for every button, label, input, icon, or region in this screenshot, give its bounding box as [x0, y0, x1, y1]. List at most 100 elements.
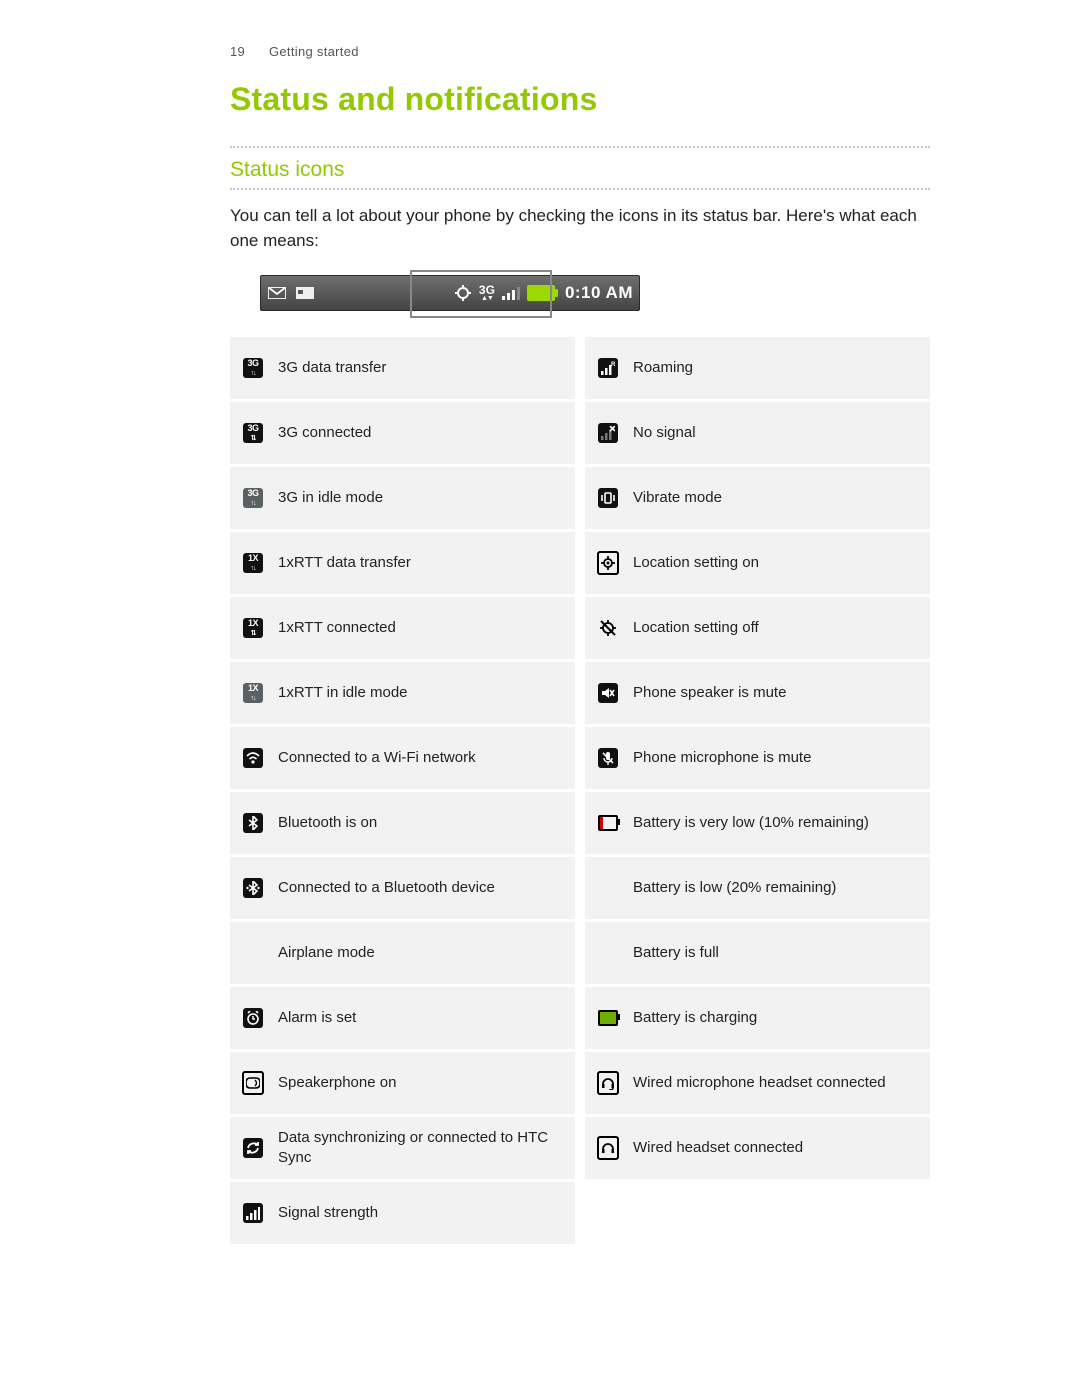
page-title: Status and notifications — [230, 81, 930, 118]
icon-slot — [597, 747, 619, 769]
card-icon — [295, 285, 315, 301]
table-row: Connected to a Wi-Fi network — [230, 727, 575, 789]
row-label: 3G connected — [278, 423, 371, 443]
icon-slot — [597, 617, 619, 639]
row-label: Location setting off — [633, 618, 759, 638]
icon-slot — [242, 942, 264, 964]
row-label: Phone speaker is mute — [633, 683, 786, 703]
1x-idle-icon: 1X↑↓ — [243, 683, 263, 703]
status-icons-table: 3G↑↓3G data transfer3G⇅3G connected3G↑↓3… — [230, 337, 930, 1247]
table-row: Airplane mode — [230, 922, 575, 984]
table-row: Wired microphone headset connected — [585, 1052, 930, 1114]
header-section: Getting started — [269, 44, 359, 59]
3g-connected-icon: 3G⇅ — [243, 423, 263, 443]
row-label: Wired microphone headset connected — [633, 1073, 886, 1093]
row-label: Airplane mode — [278, 943, 375, 963]
table-row: 3G↑↓ 3G in idle mode — [230, 467, 575, 529]
icon-slot — [242, 1137, 264, 1159]
mic-mute-icon — [598, 748, 618, 768]
row-label: Connected to a Wi-Fi network — [278, 748, 476, 768]
row-label: Location setting on — [633, 553, 759, 573]
icon-slot — [597, 942, 619, 964]
row-label: 3G in idle mode — [278, 488, 383, 508]
icon-slot: R — [597, 357, 619, 379]
table-row: Battery is charging — [585, 987, 930, 1049]
icon-slot — [597, 877, 619, 899]
table-row: 3G⇅ 3G connected — [230, 402, 575, 464]
row-label: 3G data transfer — [278, 358, 386, 378]
battery-low-icon — [598, 878, 618, 898]
table-row: RRoaming — [585, 337, 930, 399]
table-row: Battery is very low (10% remaining) — [585, 792, 930, 854]
table-row: Vibrate mode — [585, 467, 930, 529]
icon-slot — [597, 1072, 619, 1094]
row-label: 1xRTT connected — [278, 618, 396, 638]
icon-slot — [597, 812, 619, 834]
table-row: 3G↑↓ 3G data transfer — [230, 337, 575, 399]
sync-icon — [243, 1138, 263, 1158]
row-label: Battery is charging — [633, 1008, 757, 1028]
table-row: Alarm is set — [230, 987, 575, 1049]
table-row: Phone microphone is mute — [585, 727, 930, 789]
icon-slot — [242, 1072, 264, 1094]
no-signal-icon — [598, 423, 618, 443]
row-label: Connected to a Bluetooth device — [278, 878, 495, 898]
table-row: 1X↑↓ 1xRTT data transfer — [230, 532, 575, 594]
table-row: Phone speaker is mute — [585, 662, 930, 724]
table-row: Connected to a Bluetooth device — [230, 857, 575, 919]
table-row: 1X⇅ 1xRTT connected — [230, 597, 575, 659]
bluetooth-icon — [243, 813, 263, 833]
icon-slot: 3G⇅ — [242, 422, 264, 444]
speaker-mute-icon — [598, 683, 618, 703]
signal-bars-icon — [501, 285, 521, 301]
row-label: No signal — [633, 423, 696, 443]
divider — [230, 146, 930, 148]
page-number: 19 — [230, 44, 245, 59]
clock-text: 0:10 AM — [565, 283, 633, 303]
vibrate-icon — [598, 488, 618, 508]
signal-icon — [243, 1203, 263, 1223]
battery-icon — [527, 285, 555, 301]
airplane-icon — [243, 943, 263, 963]
row-label: Vibrate mode — [633, 488, 722, 508]
icon-slot: 1X↑↓ — [242, 552, 264, 574]
bluetooth-connected-icon — [243, 878, 263, 898]
row-label: Battery is very low (10% remaining) — [633, 813, 869, 833]
table-row: Battery is full — [585, 922, 930, 984]
row-label: 1xRTT in idle mode — [278, 683, 408, 703]
1x-transfer-icon: 1X↑↓ — [243, 553, 263, 573]
table-row: No signal — [585, 402, 930, 464]
divider — [230, 188, 930, 190]
icon-slot — [242, 1202, 264, 1224]
table-row: Data synchronizing or connected to HTC S… — [230, 1117, 575, 1179]
icon-slot: 1X⇅ — [242, 617, 264, 639]
icon-slot: 3G↑↓ — [242, 487, 264, 509]
network-3g-icon: 3G▲▼ — [479, 284, 495, 302]
row-label: Battery is low (20% remaining) — [633, 878, 836, 898]
row-label: Bluetooth is on — [278, 813, 377, 833]
wired-headset-icon — [597, 1136, 619, 1160]
row-label: Battery is full — [633, 943, 719, 963]
table-row: Bluetooth is on — [230, 792, 575, 854]
table-row: 1X↑↓ 1xRTT in idle mode — [230, 662, 575, 724]
wired-mic-headset-icon — [597, 1071, 619, 1095]
row-label: 1xRTT data transfer — [278, 553, 411, 573]
section-title: Status icons — [230, 158, 930, 182]
3g-transfer-icon: 3G↑↓ — [243, 358, 263, 378]
table-row: Location setting off — [585, 597, 930, 659]
icon-slot — [242, 1007, 264, 1029]
icon-slot: 1X↑↓ — [242, 682, 264, 704]
running-header: 19 Getting started — [230, 44, 930, 59]
row-label: Alarm is set — [278, 1008, 356, 1028]
icon-slot — [597, 422, 619, 444]
battery-full-icon — [598, 943, 618, 963]
row-label: Phone microphone is mute — [633, 748, 811, 768]
3g-idle-icon: 3G↑↓ — [243, 488, 263, 508]
roaming-icon: R — [598, 358, 618, 378]
table-row: Signal strength — [230, 1182, 575, 1244]
row-label: Signal strength — [278, 1203, 378, 1223]
table-row: Battery is low (20% remaining) — [585, 857, 930, 919]
table-row: Speakerphone on — [230, 1052, 575, 1114]
svg-text:R: R — [611, 362, 615, 368]
battery-charging-icon — [598, 1008, 618, 1028]
